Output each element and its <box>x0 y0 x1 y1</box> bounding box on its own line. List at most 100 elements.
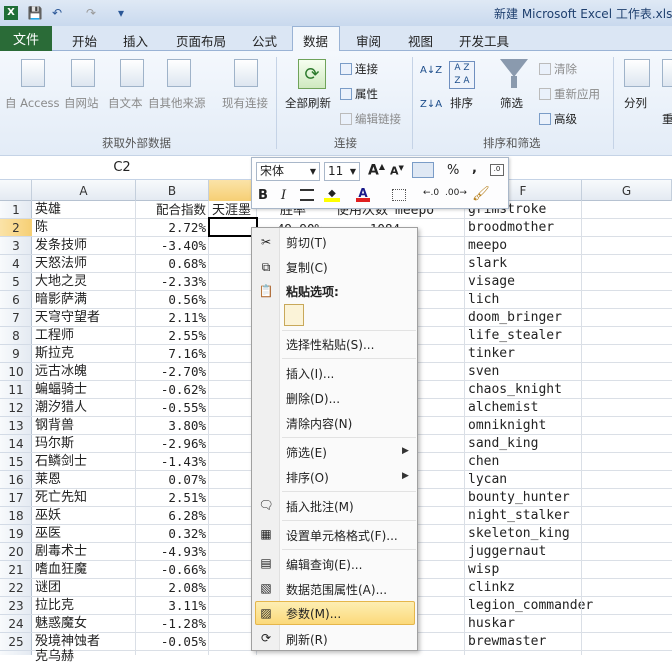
from-access-button[interactable]: 自 Access <box>5 95 60 111</box>
advanced-filter-button[interactable]: 高级 <box>539 111 577 127</box>
undo-icon[interactable]: ↶ <box>48 3 66 22</box>
italic-button[interactable]: I <box>281 188 286 203</box>
reapply-button[interactable]: 重新应用 <box>539 86 600 102</box>
clear-filter-button[interactable]: 清除 <box>539 61 577 77</box>
row-header[interactable]: 4 <box>0 255 32 273</box>
decrease-decimal-button[interactable]: .00→ <box>445 188 467 198</box>
align-center-icon[interactable] <box>300 189 314 201</box>
menu-item-range-properties[interactable]: 数据范围属性(A)... <box>286 581 387 598</box>
row-header[interactable]: 9 <box>0 345 32 363</box>
percent-button[interactable]: % <box>447 163 459 178</box>
increase-decimal-icon[interactable]: .0 <box>490 164 504 176</box>
menu-item-filter[interactable]: 筛选(E) <box>286 444 327 461</box>
row-header[interactable]: 6 <box>0 291 32 309</box>
paste-option-icon[interactable] <box>284 304 304 326</box>
fill-color-icon[interactable]: ◆ <box>324 188 340 202</box>
tab-file[interactable]: 文件 <box>0 26 52 51</box>
sort-az-button[interactable]: A↓Z <box>420 65 442 76</box>
tab-page-layout[interactable]: 页面布局 <box>176 31 226 50</box>
row-header[interactable]: 10 <box>0 363 32 381</box>
shrink-font-button[interactable]: A▼ <box>390 164 404 178</box>
column-header-g[interactable]: G <box>582 180 672 201</box>
row-header[interactable]: 2 <box>0 219 32 237</box>
menu-item-delete[interactable]: 删除(D)... <box>286 390 340 407</box>
existing-connections-button[interactable]: 现有连接 <box>222 95 268 111</box>
row-header[interactable]: 20 <box>0 543 32 561</box>
row-header[interactable]: 3 <box>0 237 32 255</box>
comma-button[interactable]: , <box>472 161 477 176</box>
row-header[interactable]: 22 <box>0 579 32 597</box>
from-other-button[interactable]: 自其他来源 <box>148 95 206 111</box>
menu-item-edit-query[interactable]: 编辑查询(E)... <box>286 556 362 573</box>
save-icon[interactable]: 💾 <box>26 3 44 22</box>
menu-item-format-cells[interactable]: 设置单元格格式(F)... <box>286 527 398 544</box>
redo-icon[interactable]: ↷ <box>82 3 100 22</box>
menu-separator <box>282 520 416 521</box>
menu-item-refresh[interactable]: 刷新(R) <box>286 631 328 648</box>
from-text-button[interactable]: 自文本 <box>108 95 143 111</box>
select-all-corner[interactable] <box>0 180 32 201</box>
row-header[interactable]: 18 <box>0 507 32 525</box>
cell-b: -4.93% <box>160 544 206 559</box>
row-header[interactable]: 15 <box>0 453 32 471</box>
tab-home[interactable]: 开始 <box>72 31 97 50</box>
column-header-c[interactable] <box>209 180 257 201</box>
row-header[interactable]: 21 <box>0 561 32 579</box>
cell-f: life_stealer <box>468 328 562 343</box>
menu-item-copy[interactable]: 复制(C) <box>286 259 328 276</box>
properties-button[interactable]: 属性 <box>340 86 378 102</box>
font-size-select[interactable]: 11 ▼ <box>324 162 360 181</box>
tab-data[interactable]: 数据 <box>303 31 328 50</box>
row-header[interactable]: 13 <box>0 417 32 435</box>
from-web-button[interactable]: 自网站 <box>64 95 99 111</box>
text-to-columns-button[interactable]: 分列 <box>624 95 647 111</box>
cell-a: 远古冰魄 <box>35 364 88 379</box>
menu-separator <box>282 437 416 438</box>
menu-item-insert[interactable]: 插入(I)... <box>286 365 334 382</box>
row-header[interactable]: 24 <box>0 615 32 633</box>
menu-item-sort[interactable]: 排序(O) <box>286 469 329 486</box>
font-color-icon[interactable]: A <box>356 186 370 202</box>
tab-review[interactable]: 审阅 <box>356 31 381 50</box>
filter-button[interactable]: 筛选 <box>500 95 523 111</box>
ribbon-tabs: 文件 开始 插入 页面布局 公式 数据 审阅 视图 开发工具 <box>0 26 672 52</box>
increase-decimal-button[interactable]: ←.0 <box>423 188 439 198</box>
row-header[interactable]: 12 <box>0 399 32 417</box>
tab-insert[interactable]: 插入 <box>123 31 148 50</box>
bold-button[interactable]: B <box>258 188 268 203</box>
connections-button[interactable]: 连接 <box>340 61 378 77</box>
column-header-a[interactable]: A <box>32 180 136 201</box>
menu-item-parameters[interactable]: 参数(M)... <box>286 605 341 622</box>
font-name-select[interactable]: 宋体 ▼ <box>256 162 320 181</box>
tab-developer[interactable]: 开发工具 <box>459 31 509 50</box>
row-header[interactable]: 23 <box>0 597 32 615</box>
format-painter-icon[interactable]: 🖌 <box>472 186 490 202</box>
edit-links-button[interactable]: 编辑链接 <box>340 111 401 127</box>
tab-view[interactable]: 视图 <box>408 31 433 50</box>
grow-font-button[interactable]: A▲ <box>368 162 385 179</box>
menu-item-clear[interactable]: 清除内容(N) <box>286 415 352 432</box>
sort-button[interactable]: 排序 <box>450 95 473 111</box>
customize-qat-icon[interactable]: ▾ <box>112 3 130 22</box>
row-header[interactable]: 17 <box>0 489 32 507</box>
tab-formulas[interactable]: 公式 <box>252 31 277 50</box>
menu-item-cut[interactable]: 剪切(T) <box>286 234 327 251</box>
borders-icon[interactable] <box>392 189 406 201</box>
row-header[interactable]: 7 <box>0 309 32 327</box>
menu-item-paste-special[interactable]: 选择性粘贴(S)... <box>286 336 374 353</box>
row-header[interactable]: 25 <box>0 633 32 651</box>
cell-style-icon[interactable] <box>412 162 434 178</box>
menu-item-insert-comment[interactable]: 插入批注(M) <box>286 498 354 515</box>
sort-za-button[interactable]: Z↓A <box>420 99 442 110</box>
refresh-all-button[interactable]: 全部刷新 <box>285 95 331 111</box>
row-header[interactable]: 16 <box>0 471 32 489</box>
remove-duplicates-button[interactable]: 重 <box>662 111 672 127</box>
row-header[interactable]: 8 <box>0 327 32 345</box>
name-box[interactable]: C2 <box>0 156 244 179</box>
row-header[interactable]: 14 <box>0 435 32 453</box>
row-header[interactable]: 19 <box>0 525 32 543</box>
row-header[interactable]: 5 <box>0 273 32 291</box>
row-header[interactable]: 1 <box>0 201 32 219</box>
column-header-b[interactable]: B <box>136 180 209 201</box>
row-header[interactable]: 11 <box>0 381 32 399</box>
